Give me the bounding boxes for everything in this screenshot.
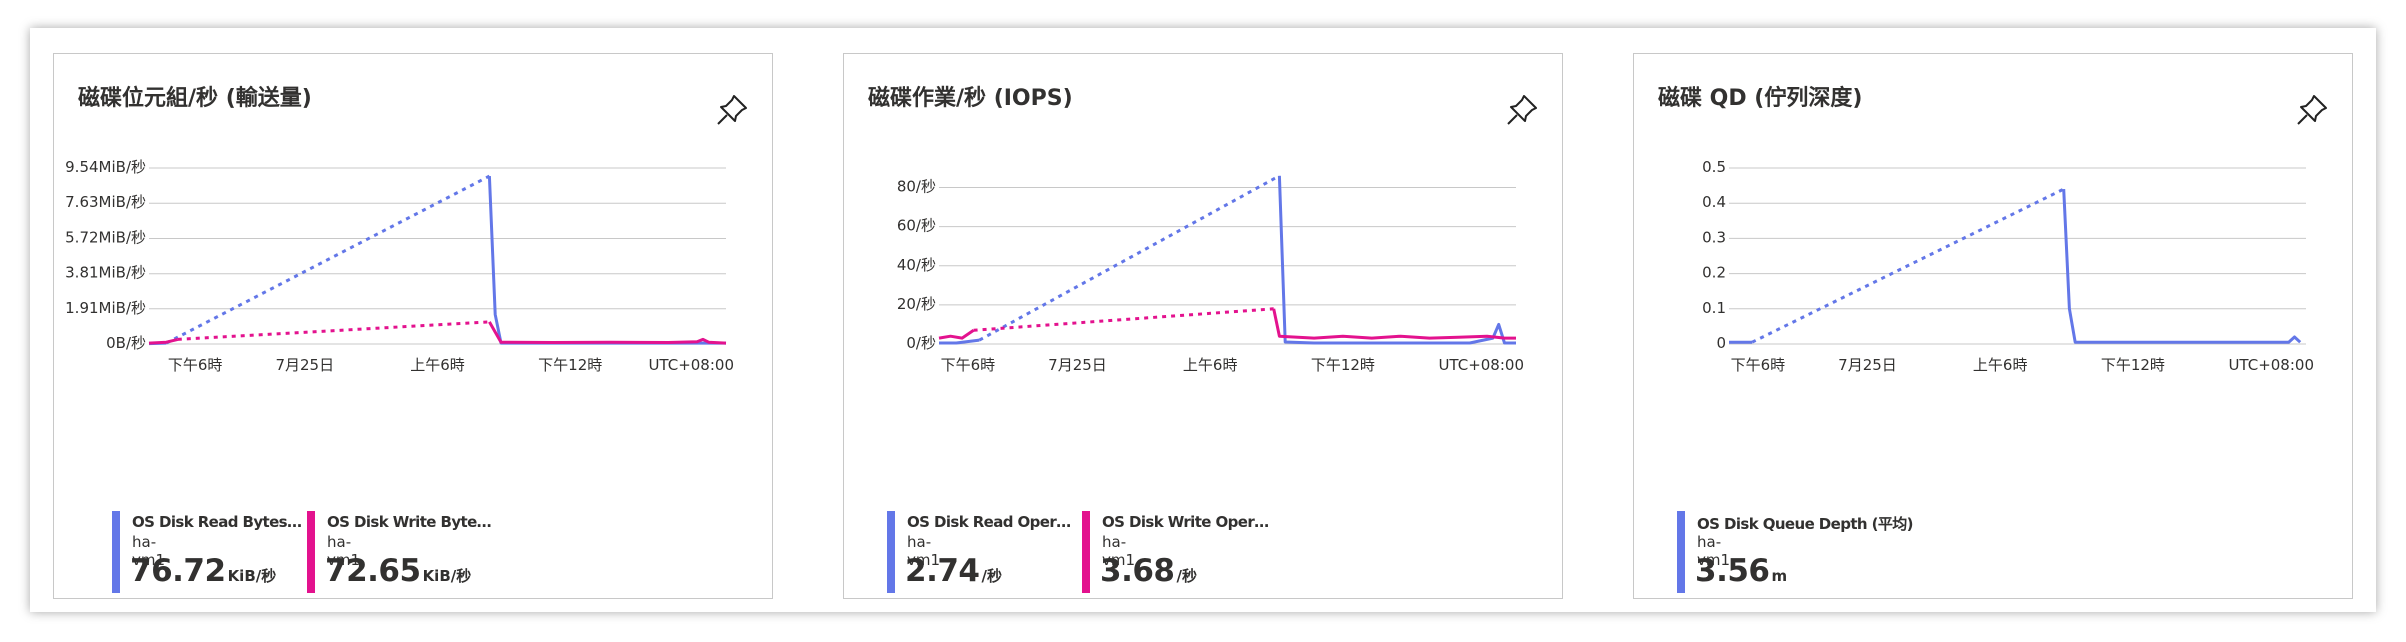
y-tick-label: 0.2 <box>1702 264 1726 282</box>
tile-disk-qd[interactable]: 磁碟 QD (佇列深度) 0 0.1 0.2 0.3 0.4 0.5 下午6時 7月25日 上午… <box>1633 53 2353 599</box>
legend-value-unit: m <box>1771 567 1788 585</box>
legend-value: 2.74/秒 <box>905 553 1002 589</box>
legend-value-number: 3.68 <box>1100 553 1175 589</box>
legend-series-name: OS Disk Write Bytes/... <box>327 513 497 531</box>
y-tick-label: 0/秒 <box>906 334 936 352</box>
x-tick-label: 上午6時 <box>1973 356 2028 374</box>
series-line-gap <box>165 174 491 345</box>
legend-color-bar <box>307 511 315 593</box>
timezone-label: UTC+08:00 <box>648 356 734 374</box>
y-tick-label: 1.91MiB/秒 <box>65 299 146 317</box>
legend-series-name: OS Disk Write Operat... <box>1102 513 1272 531</box>
y-tick-label: 0B/秒 <box>106 334 146 352</box>
legend-series-name: OS Disk Queue Depth (平均) <box>1697 515 1914 533</box>
chart-disk-iops: 0/秒 20/秒 40/秒 60/秒 80/秒下午6時 7月25日 上午6時 下午12時 UTC… <box>897 174 1524 374</box>
pin-icon[interactable] <box>2292 90 2332 130</box>
timezone-label: UTC+08:00 <box>1438 356 1524 374</box>
legend-value-unit: /秒 <box>1176 567 1197 585</box>
series-line <box>488 321 727 345</box>
y-tick-label: 40/秒 <box>897 256 936 274</box>
series-line-gap <box>177 320 490 341</box>
tile-title: 磁碟位元組/秒 (輸送量) <box>78 86 312 111</box>
legend-color-bar <box>1082 511 1090 593</box>
legend-value-number: 3.56 <box>1695 553 1770 589</box>
pin-icon[interactable] <box>1502 90 1542 130</box>
dashboard-frame: 磁碟位元組/秒 (輸送量) 0B/秒 1.91MiB/秒 3.81MiB/秒 5.72… <box>30 28 2376 612</box>
series-line-gap <box>973 307 1274 332</box>
x-tick-label: 7月25日 <box>275 356 334 374</box>
series-line <box>148 337 179 345</box>
legend-value-unit: KiB/秒 <box>227 567 277 585</box>
legend-color-bar <box>112 511 120 593</box>
legend-value-number: 76.72 <box>130 553 226 589</box>
legend-value-unit: KiB/秒 <box>422 567 472 585</box>
series-line <box>2062 189 2302 344</box>
legend-value-unit: /秒 <box>981 567 1002 585</box>
y-tick-label: 3.81MiB/秒 <box>65 264 146 282</box>
x-tick-label: 下午6時 <box>168 356 223 374</box>
x-tick-label: 下午12時 <box>1311 356 1375 374</box>
series-line <box>939 338 980 345</box>
x-tick-label: 上午6時 <box>1183 356 1238 374</box>
chart-disk-qd: 0 0.1 0.2 0.3 0.4 0.5 下午6時 7月25日 上午6時 下午12時 UTC+08… <box>1702 158 2314 374</box>
legend-value-number: 2.74 <box>905 553 980 589</box>
y-tick-label: 9.54MiB/秒 <box>65 158 146 176</box>
pin-icon[interactable] <box>712 90 752 130</box>
series-line <box>1277 175 1516 345</box>
tile-disk-iops[interactable]: 磁碟作業/秒 (IOPS) 0/秒 20/秒 40/秒 60/秒 80/秒下午6時 7月2… <box>843 53 1563 599</box>
legend-color-bar <box>887 511 895 593</box>
timezone-label: UTC+08:00 <box>2228 356 2314 374</box>
series-line-gap <box>978 174 1281 342</box>
legend-value-number: 72.65 <box>325 553 421 589</box>
legend-value: 76.72 KiB/秒 <box>130 553 276 589</box>
series-line <box>938 329 975 340</box>
chart-disk-bytes: 0B/秒 1.91MiB/秒 3.81MiB/秒 5.72MiB/秒 7.63MiB/秒… <box>65 158 734 374</box>
x-tick-label: 7月25日 <box>1048 356 1107 374</box>
series-line <box>487 176 726 345</box>
legend-series-name: OS Disk Read Operati... <box>907 513 1077 531</box>
y-tick-label: 0.1 <box>1702 299 1726 317</box>
y-tick-label: 0.3 <box>1702 228 1726 246</box>
series-line-gap <box>1751 187 2065 344</box>
legend-value: 3.56 m <box>1695 553 1787 589</box>
x-tick-label: 上午6時 <box>410 356 465 374</box>
y-tick-label: 7.63MiB/秒 <box>65 193 146 211</box>
legend-series-name: OS Disk Read Bytes/S... <box>132 513 302 531</box>
tile-title: 磁碟 QD (佇列深度) <box>1658 86 1863 111</box>
tile-disk-bytes[interactable]: 磁碟位元組/秒 (輸送量) 0B/秒 1.91MiB/秒 3.81MiB/秒 5.72… <box>53 53 773 599</box>
legend-value: 3.68/秒 <box>1100 553 1197 589</box>
y-tick-label: 60/秒 <box>897 217 936 235</box>
x-tick-label: 7月25日 <box>1838 356 1897 374</box>
x-tick-label: 下午6時 <box>941 356 996 374</box>
y-tick-label: 20/秒 <box>897 295 936 313</box>
y-tick-label: 5.72MiB/秒 <box>65 228 146 246</box>
y-tick-label: 0.4 <box>1702 193 1726 211</box>
tile-title: 磁碟作業/秒 (IOPS) <box>868 86 1073 111</box>
x-tick-label: 下午6時 <box>1731 356 1786 374</box>
legend-color-bar <box>1677 511 1685 593</box>
x-tick-label: 下午12時 <box>2101 356 2165 374</box>
series-line <box>1272 308 1516 340</box>
y-tick-label: 0.5 <box>1702 158 1726 176</box>
y-tick-label: 80/秒 <box>897 178 936 196</box>
x-tick-label: 下午12時 <box>538 356 602 374</box>
legend-value: 72.65 KiB/秒 <box>325 553 471 589</box>
y-tick-label: 0 <box>1716 334 1726 352</box>
